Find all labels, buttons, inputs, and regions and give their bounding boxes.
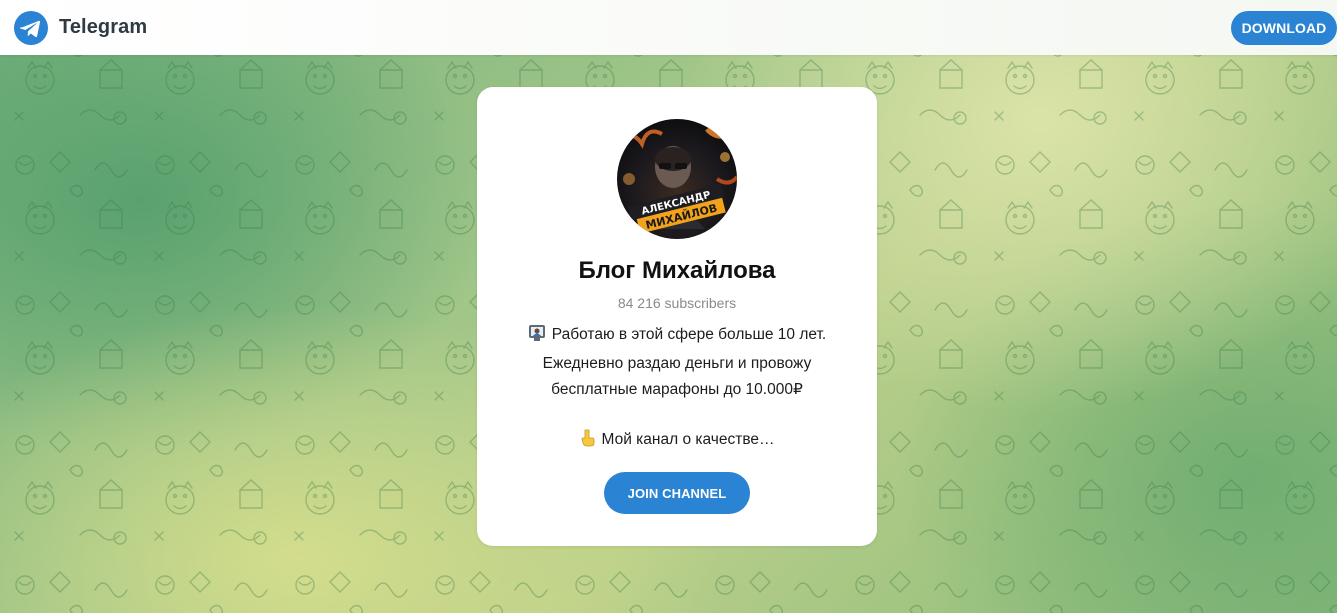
description-line: Работаю в этой сфере больше 10 лет. <box>507 322 847 351</box>
teaser-text: Мой канал о качестве… <box>601 431 775 448</box>
app-name: Telegram <box>59 16 148 38</box>
description-line-1: Работаю в этой сфере больше 10 лет. <box>551 326 827 343</box>
download-button[interactable]: DOWNLOAD <box>1231 11 1337 45</box>
avatar-image: АЛЕКСАНДР МИХАЙЛОВ <box>617 119 737 239</box>
channel-description: Работаю в этой сфере больше 10 лет. Ежед… <box>507 322 847 456</box>
telegram-logo-icon <box>14 10 48 45</box>
channel-card: АЛЕКСАНДР МИХАЙЛОВ Блог Михайлова 84 216… <box>477 87 877 546</box>
computer-user-emoji-icon <box>528 324 546 351</box>
pointing-down-hand-icon <box>580 429 596 456</box>
description-teaser: Мой канал о качестве… <box>507 427 847 456</box>
top-bar: Telegram DOWNLOAD <box>0 0 1337 55</box>
channel-avatar: АЛЕКСАНДР МИХАЙЛОВ <box>617 119 737 239</box>
join-channel-button[interactable]: JOIN CHANNEL <box>604 472 750 514</box>
description-line-3: бесплатные марафоны до 10.000₽ <box>551 381 803 398</box>
brand[interactable]: Telegram <box>14 10 148 45</box>
description-gap <box>507 403 847 427</box>
description-line-2: Ежедневно раздаю деньги и провожу <box>542 355 812 372</box>
subscriber-count: 84 216 subscribers <box>617 295 737 311</box>
channel-title: Блог Михайлова <box>578 257 776 284</box>
